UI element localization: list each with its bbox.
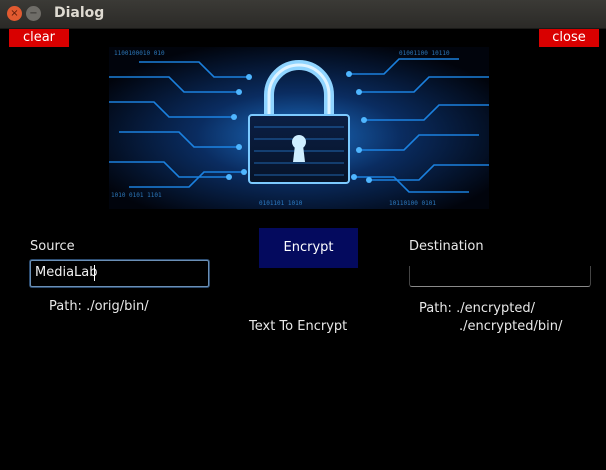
text-caret xyxy=(94,265,95,281)
padlock-circuit-image: 1100100010 010 01001100 10110 1010 0101 … xyxy=(109,47,489,209)
clear-button[interactable]: clear xyxy=(9,29,69,47)
svg-text:01001100 10110: 01001100 10110 xyxy=(399,50,450,57)
destination-path-line2: ./encrypted/bin/ xyxy=(459,319,563,334)
window-close-icon[interactable]: × xyxy=(7,6,22,21)
close-button[interactable]: close xyxy=(539,29,599,47)
destination-path-line1: Path: ./encrypted/ xyxy=(419,301,535,316)
title-bar: × − Dialog xyxy=(0,0,606,29)
destination-label: Destination xyxy=(409,239,484,254)
window-title: Dialog xyxy=(54,5,105,21)
window-minimize-icon[interactable]: − xyxy=(26,6,41,21)
encrypt-button[interactable]: Encrypt xyxy=(259,228,358,268)
source-label: Source xyxy=(30,239,75,254)
svg-text:0101101 1010: 0101101 1010 xyxy=(259,200,303,207)
svg-text:10110100 0101: 10110100 0101 xyxy=(389,200,436,207)
source-input-value: MediaLab xyxy=(35,265,98,280)
destination-input[interactable] xyxy=(409,266,591,287)
source-input[interactable]: MediaLab xyxy=(30,260,209,287)
text-to-encrypt-label: Text To Encrypt xyxy=(249,319,348,334)
svg-text:1010 0101 1101: 1010 0101 1101 xyxy=(111,192,162,199)
source-path: Path: ./orig/bin/ xyxy=(49,299,149,314)
svg-text:1100100010 010: 1100100010 010 xyxy=(114,50,165,57)
